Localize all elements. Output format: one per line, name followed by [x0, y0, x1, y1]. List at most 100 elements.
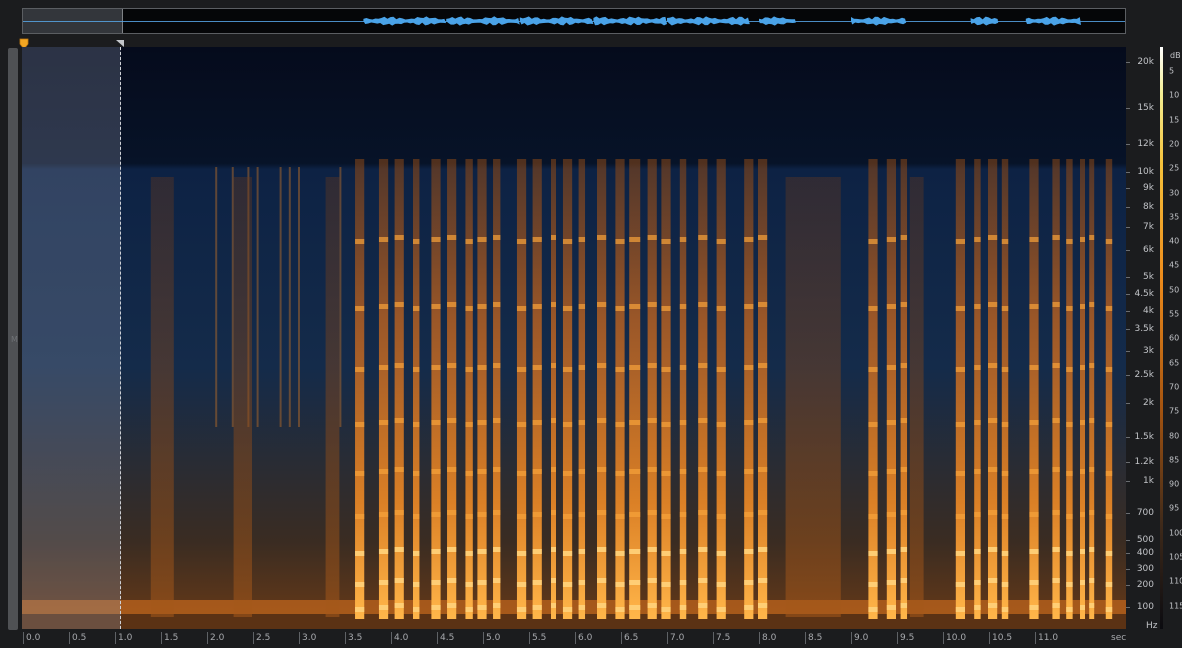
- harmonic-stripe: [378, 304, 389, 309]
- harmonic-stripe: [1080, 420, 1085, 425]
- time-tick-label: 0.0: [26, 633, 41, 643]
- harmonic-stripe: [988, 578, 998, 583]
- spectrogram-burst: [413, 159, 420, 619]
- time-tick-line: [23, 632, 24, 644]
- harmonic-stripe: [615, 582, 625, 587]
- harmonic-stripe: [578, 469, 586, 474]
- harmonic-stripe: [744, 365, 754, 370]
- harmonic-stripe: [516, 422, 527, 427]
- time-tick-label: 8.0: [762, 633, 777, 643]
- harmonic-stripe: [716, 582, 726, 587]
- db-tick-label: 35: [1169, 212, 1180, 222]
- harmonic-stripe: [955, 367, 965, 372]
- harmonic-stripe: [597, 235, 607, 240]
- harmonic-stripe: [465, 306, 473, 311]
- harmonic-stripe: [886, 469, 896, 474]
- harmonic-stripe: [597, 467, 607, 472]
- harmonic-stripe: [1052, 510, 1060, 515]
- harmonic-stripe: [551, 578, 556, 583]
- harmonic-stripe: [886, 237, 896, 242]
- harmonic-stripe: [647, 467, 657, 472]
- harmonic-stripe: [679, 237, 687, 242]
- harmonic-stripe: [431, 469, 441, 474]
- harmonic-stripe: [551, 510, 556, 515]
- harmonic-stripe: [716, 607, 726, 612]
- frequency-tick-label: 20k: [1137, 57, 1154, 67]
- harmonic-stripe: [1089, 547, 1095, 552]
- db-tick-label: 115: [1169, 601, 1182, 611]
- selection-end-marker-icon[interactable]: [116, 40, 124, 47]
- harmonic-stripe: [955, 582, 965, 587]
- harmonic-stripe: [465, 607, 473, 612]
- frequency-unit-label: Hz: [1146, 621, 1158, 631]
- spectrogram-view[interactable]: [22, 47, 1126, 629]
- harmonic-stripe: [447, 302, 457, 307]
- harmonic-stripe: [477, 365, 487, 370]
- overview-waveform-segment: [593, 16, 667, 26]
- harmonic-stripe: [679, 304, 687, 309]
- time-tick-line: [207, 632, 208, 644]
- db-tick-label: 100: [1169, 528, 1182, 538]
- harmonic-stripe: [551, 467, 556, 472]
- harmonic-stripe: [647, 510, 657, 515]
- harmonic-stripe: [1089, 418, 1095, 423]
- spectrogram-burst: [516, 159, 527, 619]
- harmonic-stripe: [532, 512, 542, 517]
- harmonic-stripe: [1080, 237, 1085, 242]
- spectrogram-burst: [562, 159, 573, 619]
- harmonic-stripe: [532, 304, 542, 309]
- waveform-overview[interactable]: [22, 8, 1126, 34]
- frequency-tick-line: [1126, 553, 1130, 554]
- harmonic-stripe: [647, 578, 657, 583]
- harmonic-stripe: [698, 510, 708, 515]
- harmonic-stripe: [465, 514, 473, 519]
- harmonic-stripe: [716, 471, 726, 476]
- harmonic-stripe: [355, 471, 365, 476]
- harmonic-stripe: [1066, 514, 1073, 519]
- time-tick-line: [391, 632, 392, 644]
- harmonic-stripe: [597, 547, 607, 552]
- harmonic-stripe: [988, 510, 998, 515]
- harmonic-stripe: [413, 471, 420, 476]
- harmonic-stripe: [886, 580, 896, 585]
- harmonic-stripe: [758, 235, 768, 240]
- harmonic-stripe: [578, 549, 586, 554]
- harmonic-stripe: [615, 471, 625, 476]
- harmonic-stripe: [1001, 471, 1009, 476]
- harmonic-stripe: [868, 607, 878, 612]
- harmonic-stripe: [900, 302, 908, 307]
- harmonic-stripe: [1029, 512, 1039, 517]
- time-axis[interactable]: 0.0 0.5 1.0 1.5 2.0 2.5 3.0 3.5 4.0 4.5 5.0 5.5 6.0 6…: [22, 630, 1126, 648]
- harmonic-stripe: [1029, 365, 1039, 370]
- frequency-tick-line: [1126, 311, 1130, 312]
- time-tick-line: [759, 632, 760, 644]
- time-tick-line: [529, 632, 530, 644]
- harmonic-stripe: [629, 580, 641, 585]
- harmonic-stripe: [378, 469, 389, 474]
- time-tick-label: 8.5: [808, 633, 823, 643]
- harmonic-stripe: [1052, 547, 1060, 552]
- harmonic-stripe: [477, 237, 487, 242]
- time-tick-label: 2.0: [210, 633, 225, 643]
- frequency-tick-line: [1126, 188, 1130, 189]
- harmonic-stripe: [744, 512, 754, 517]
- harmonic-stripe: [378, 365, 389, 370]
- harmonic-stripe: [1080, 469, 1085, 474]
- time-selection[interactable]: [22, 47, 121, 629]
- harmonic-stripe: [716, 239, 726, 244]
- spectrogram-image: [22, 47, 1126, 629]
- frequency-tick-label: 8k: [1143, 202, 1154, 212]
- frequency-tick-line: [1126, 207, 1130, 208]
- db-tick-label: 75: [1169, 406, 1180, 416]
- harmonic-stripe: [758, 578, 768, 583]
- harmonic-stripe: [744, 580, 754, 585]
- time-tick-line: [161, 632, 162, 644]
- db-color-scale: [1160, 47, 1163, 629]
- harmonic-stripe: [394, 547, 404, 552]
- spectrogram-burst: [615, 159, 625, 619]
- time-tick-label: 9.0: [854, 633, 869, 643]
- harmonic-stripe: [355, 306, 365, 311]
- time-tick-label: 6.5: [624, 633, 639, 643]
- db-tick-label: 10: [1169, 90, 1180, 100]
- time-tick-line: [989, 632, 990, 644]
